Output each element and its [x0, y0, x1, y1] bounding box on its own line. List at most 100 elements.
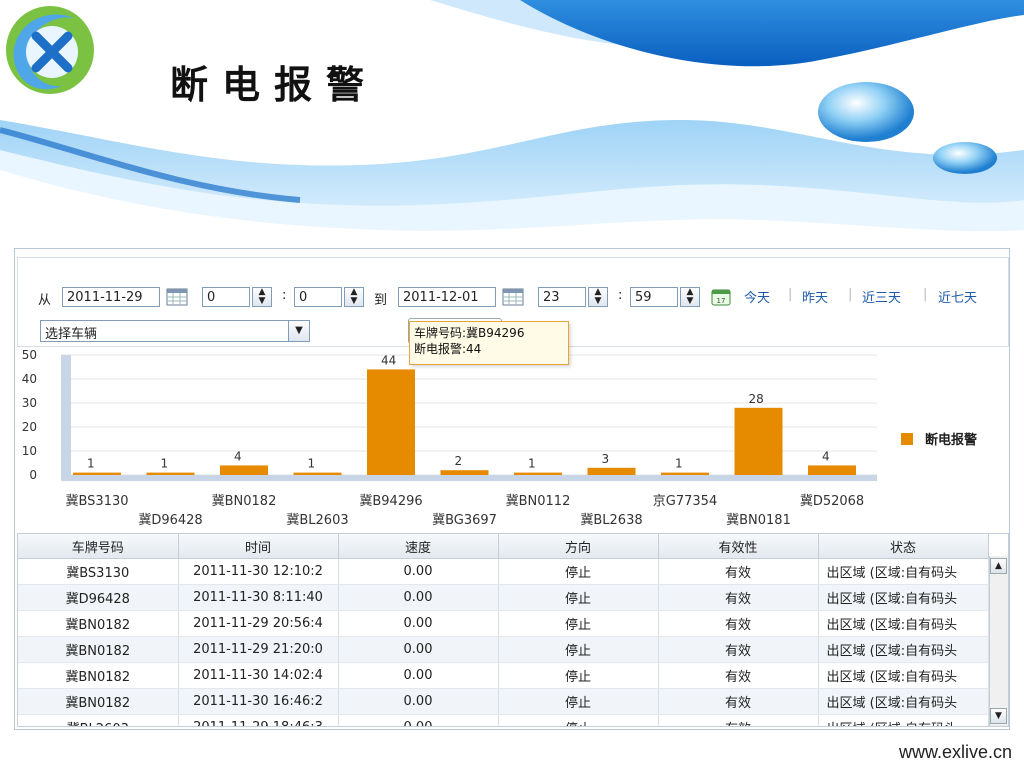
to-date-input[interactable]: 2011-12-01 [398, 287, 496, 307]
table-cell: 冀BN0182 [18, 662, 179, 689]
y-axis-band [61, 355, 71, 475]
vehicle-select[interactable]: 选择车辆 ▼ [40, 320, 310, 342]
vehicle-select-value: 选择车辆 [45, 327, 98, 342]
x-tick-label: 冀BN0181 [726, 512, 791, 528]
scroll-down-icon[interactable]: ▼ [990, 708, 1007, 724]
scroll-up-icon[interactable]: ▲ [990, 558, 1007, 574]
table-cell: 0.00 [338, 584, 499, 611]
content-panel: 从 2011-11-29 0 ▲ ▼ : 0 ▲ ▼ 到 2011-12-01 23… [14, 248, 1010, 730]
bar [220, 465, 268, 475]
column-header-validity[interactable]: 有效性 [658, 534, 819, 559]
table-cell: 停止 [498, 662, 659, 689]
table-cell: 有效 [658, 636, 819, 663]
data-label: 1 [675, 457, 683, 471]
table-row[interactable]: 冀BN0182 2011-11-29 20:56:4 0.00 停止 有效 出区域 (区域… [18, 610, 989, 637]
column-header-speed[interactable]: 速度 [338, 534, 499, 559]
table-cell: 停止 [498, 610, 659, 637]
bar [293, 472, 342, 475]
table-cell: 有效 [658, 610, 819, 637]
bar [146, 472, 195, 475]
quick-seven-days-link[interactable]: 近七天 [938, 287, 977, 306]
data-label: 4 [234, 449, 242, 463]
quick-yesterday-link[interactable]: 昨天 [802, 287, 828, 306]
table-cell: 有效 [658, 688, 819, 715]
data-label: 2 [455, 454, 463, 468]
from-minute-spinner[interactable]: ▲ ▼ [344, 287, 364, 307]
calendar-icon[interactable] [502, 288, 524, 306]
to-label: 到 [374, 293, 388, 308]
table-cell: 冀BL2603 [18, 714, 179, 726]
y-tick-label: 40 [22, 372, 37, 386]
table-cell: 出区域 (区域:自有码头 [818, 714, 989, 726]
table-cell: 停止 [498, 584, 659, 611]
data-label: 1 [308, 457, 316, 471]
data-label: 28 [749, 392, 764, 406]
y-tick-label: 30 [22, 396, 37, 410]
bar [587, 467, 636, 475]
quick-three-days-link[interactable]: 近三天 [862, 287, 901, 306]
calendar-icon[interactable] [166, 288, 188, 306]
quick-today-link[interactable]: 今天 [744, 287, 770, 306]
table-cell: 2011-11-29 18:46:3 [178, 714, 339, 726]
bar [661, 472, 709, 475]
data-label: 44 [381, 353, 396, 367]
x-tick-label: 冀BG3697 [432, 512, 497, 528]
chevron-down-icon[interactable]: ▼ [288, 321, 309, 341]
link-separator: | [848, 287, 853, 302]
table-cell: 0.00 [338, 558, 499, 585]
table-row[interactable]: 冀BN0182 2011-11-30 16:46:2 0.00 停止 有效 出区域 (区域… [18, 688, 989, 715]
from-label: 从 [38, 293, 52, 308]
from-date-input[interactable]: 2011-11-29 [62, 287, 160, 307]
table-cell: 冀BN0182 [18, 610, 179, 637]
to-minute-spinner[interactable]: ▲ ▼ [680, 287, 700, 307]
column-header-status[interactable]: 状态 [818, 534, 989, 559]
column-header-plate[interactable]: 车牌号码 [18, 534, 179, 559]
table-cell: 停止 [498, 688, 659, 715]
time-colon: : [282, 288, 287, 303]
to-hour-spinner[interactable]: ▲ ▼ [588, 287, 608, 307]
data-label: 1 [87, 457, 95, 471]
x-tick-label: 冀D52068 [800, 493, 864, 509]
footer-url: www.exlive.cn [898, 742, 1012, 762]
from-hour-input[interactable]: 0 [202, 287, 250, 307]
table-body: 冀BS3130 2011-11-30 12:10:2 0.00 停止 有效 出区域 (区域… [18, 558, 989, 726]
table-scrollbar[interactable]: ▲ ▼ [989, 556, 1008, 726]
from-hour-spinner[interactable]: ▲ ▼ [252, 287, 272, 307]
table-cell: 2011-11-30 16:46:2 [178, 688, 339, 715]
x-tick-label: 冀BL2638 [580, 512, 642, 528]
table-row[interactable]: 冀BN0182 2011-11-30 14:02:4 0.00 停止 有效 出区域 (区域… [18, 662, 989, 689]
bar [808, 465, 856, 475]
table-cell: 有效 [658, 558, 819, 585]
data-label: 1 [161, 457, 169, 471]
table-row[interactable]: 冀BS3130 2011-11-30 12:10:2 0.00 停止 有效 出区域 (区域… [18, 558, 989, 585]
table-cell: 0.00 [338, 662, 499, 689]
to-minute-input[interactable]: 59 [630, 287, 678, 307]
table-cell: 冀D96428 [18, 584, 179, 611]
data-label: 3 [602, 452, 610, 466]
legend-label: 断电报警 [925, 432, 977, 448]
table-cell: 0.00 [338, 636, 499, 663]
x-tick-label: 冀BN0182 [212, 493, 277, 509]
from-minute-input[interactable]: 0 [294, 287, 342, 307]
to-hour-input[interactable]: 23 [538, 287, 586, 307]
x-tick-label: 冀D96428 [138, 512, 202, 528]
table-cell: 出区域 (区域:自有码头 [818, 584, 989, 611]
bar [440, 470, 489, 475]
tooltip-value: 断电报警:44 [414, 342, 482, 356]
table-cell: 有效 [658, 662, 819, 689]
x-axis-band [61, 475, 877, 481]
table-row[interactable]: 冀BN0182 2011-11-29 21:20:0 0.00 停止 有效 出区域 (区域… [18, 636, 989, 663]
data-label: 4 [822, 449, 830, 463]
column-header-direction[interactable]: 方向 [498, 534, 659, 559]
table-cell: 冀BN0182 [18, 688, 179, 715]
chart-tooltip: 车牌号码:冀B94296 断电报警:44 [409, 321, 569, 365]
time-colon: : [618, 288, 623, 303]
column-header-time[interactable]: 时间 [178, 534, 339, 559]
alarm-table: 车牌号码 时间 速度 方向 有效性 状态 冀BS3130 2011-11-30 1… [17, 533, 1009, 727]
today-calendar-icon[interactable]: 17 [710, 288, 732, 306]
table-cell: 停止 [498, 558, 659, 585]
alarm-bar-chart: 0 10 20 30 40 50 1 冀BS3130 1 冀D96428 4 冀BN0182 1 冀BL2… [22, 348, 977, 528]
table-row[interactable]: 冀D96428 2011-11-30 8:11:40 0.00 停止 有效 出区域 (区域… [18, 584, 989, 611]
bar [734, 407, 783, 475]
table-row[interactable]: 冀BL26032011-11-29 18:46:30.00停止有效出区域 (区域… [18, 714, 989, 726]
